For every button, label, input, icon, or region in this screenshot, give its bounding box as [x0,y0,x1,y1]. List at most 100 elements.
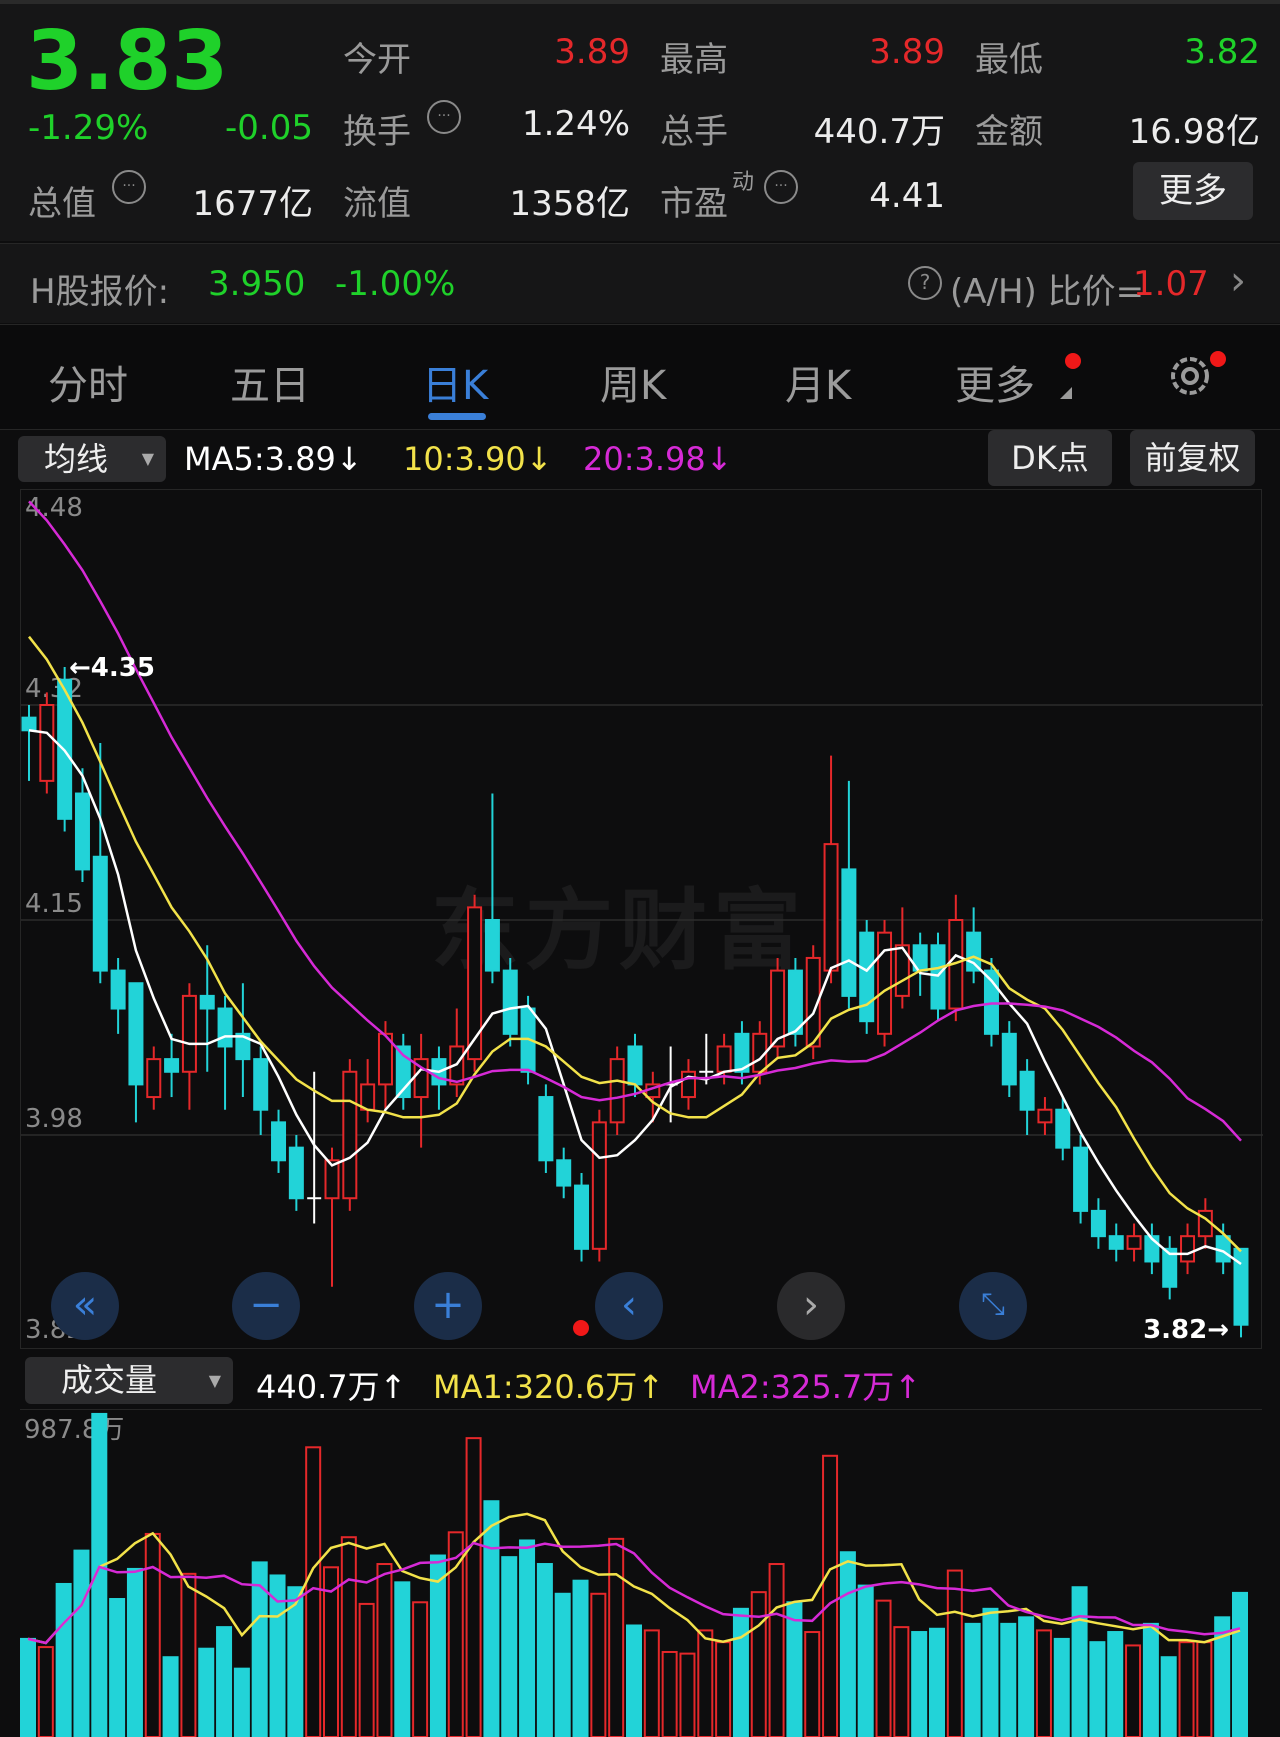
volume-bar [198,1647,215,1737]
zoom-in-button[interactable]: + [414,1272,482,1340]
candle-body [716,1045,732,1073]
volume-bar [964,1622,981,1737]
pe-label: 市盈 [660,184,728,224]
pe-dynamic-sup: 动 [732,170,755,195]
chevron-right-icon[interactable]: › [1230,258,1246,304]
volume-bar [1053,1637,1070,1737]
y-tick-label: 4.15 [25,889,83,919]
open-label: 今开 [343,40,411,80]
fullscreen-button[interactable]: ⤡ [959,1272,1027,1340]
volume-bar [162,1656,179,1737]
volume-bar [839,1551,856,1737]
candle-body [823,843,839,972]
volume-bar [982,1607,999,1737]
indicator-selector[interactable]: 均线 ▼ [18,436,166,482]
candle-body [110,969,126,1010]
tab-more[interactable]: 更多 [955,353,1035,411]
tab-intraday[interactable]: 分时 [48,353,128,411]
candle-body [1126,1235,1142,1250]
indicator-selector-label: 均线 [44,440,109,478]
volume-indicator-selector[interactable]: 成交量 ▼ [25,1357,233,1404]
open-value: 3.89 [554,32,630,72]
candle-body [92,855,108,972]
candle-body [538,1096,554,1162]
volume-bar [697,1629,714,1737]
volume-bar [857,1584,874,1737]
candle-body [591,1121,607,1250]
volume-bar [340,1536,357,1737]
volume-bar [1178,1641,1195,1737]
volume-bar [768,1563,785,1737]
volume-plot: 987.8万 [20,1412,1248,1737]
more-button[interactable]: 更多 [1133,162,1253,220]
turnover-label: 换手 [343,112,411,152]
tab-weekly-k[interactable]: 周K [600,353,666,411]
volume-bar [626,1624,642,1737]
active-tab-indicator [428,413,486,420]
candle-body [253,1058,269,1111]
volume-bar [55,1582,72,1737]
high-price-annotation: ←4.35 [69,653,155,683]
candle-body [627,1045,643,1086]
volume-bar [287,1586,304,1737]
amount-label: 金额 [975,112,1043,152]
info-icon[interactable]: ··· [427,100,461,134]
dropdown-arrow-icon: ▼ [141,449,154,468]
volume-ma1: MA1:320.6万↑ [433,1368,665,1406]
h-share-percent: -1.00% [335,264,456,304]
volume-bar [679,1652,696,1737]
volume-bar [1018,1616,1035,1737]
volume-bar [536,1563,553,1737]
volume-bar [929,1627,945,1737]
info-icon[interactable]: ··· [764,170,798,204]
volume-label: 总手 [660,112,728,152]
candle-body [502,969,518,1035]
volume-bar [804,1631,821,1737]
candle-body [288,1146,304,1200]
scroll-right-button[interactable]: › [777,1272,845,1340]
volume-bar [216,1626,233,1737]
candle-body [770,969,786,1048]
tab-daily-k[interactable]: 日K [422,353,488,411]
market-cap-label: 总值 [28,184,96,224]
change-percent: -1.29% [28,108,149,148]
candle-body [146,1058,162,1099]
zoom-out-button[interactable]: − [232,1272,300,1340]
volume-bar [1000,1622,1017,1737]
candle-body [930,944,946,1010]
scroll-left-button[interactable]: ‹ [595,1272,663,1340]
scroll-to-start-button[interactable]: « [51,1272,119,1340]
change-amount: -0.05 [225,108,313,148]
volume-bar [376,1563,393,1737]
volume-bar [946,1569,963,1737]
notification-dot [1210,351,1226,367]
tab-five-day[interactable]: 五日 [230,353,310,411]
candle-body [1019,1070,1035,1111]
volume-bar [20,1637,36,1737]
kline-plot: 4.484.324.153.983.82←4.353.82→S [21,493,1263,1345]
candle-body [164,1058,180,1073]
tab-monthly-k[interactable]: 月K [785,353,851,411]
high-value: 3.89 [869,32,945,72]
price-adjust-button[interactable]: 前复权 [1130,430,1255,486]
info-icon[interactable]: ··· [112,170,146,204]
volume-bar [590,1592,607,1737]
gear-icon[interactable] [1165,351,1215,405]
volume-bar [893,1626,910,1737]
candle-body [609,1058,625,1124]
volume-bar [465,1437,482,1737]
kline-chart[interactable]: 东方财富 4.484.324.153.983.82←4.353.82→S « −… [20,489,1263,1349]
volume-bar [732,1607,749,1737]
volume-bar [233,1667,250,1737]
amount-value: 16.98亿 [1128,112,1260,152]
h-share-row[interactable]: H股报价: 3.950 -1.00% ? (A/H) 比价= 1.07 › [0,243,1280,323]
volume-bar [394,1581,411,1737]
candle-body [841,868,857,997]
dk-point-button[interactable]: DK点 [988,430,1112,486]
candle-body [556,1159,572,1187]
volume-bar [126,1567,143,1737]
volume-chart[interactable]: 987.8万 [20,1409,1262,1737]
help-icon[interactable]: ? [908,266,942,300]
y-tick-label: 987.8万 [24,1415,124,1445]
candle-body [181,994,197,1073]
